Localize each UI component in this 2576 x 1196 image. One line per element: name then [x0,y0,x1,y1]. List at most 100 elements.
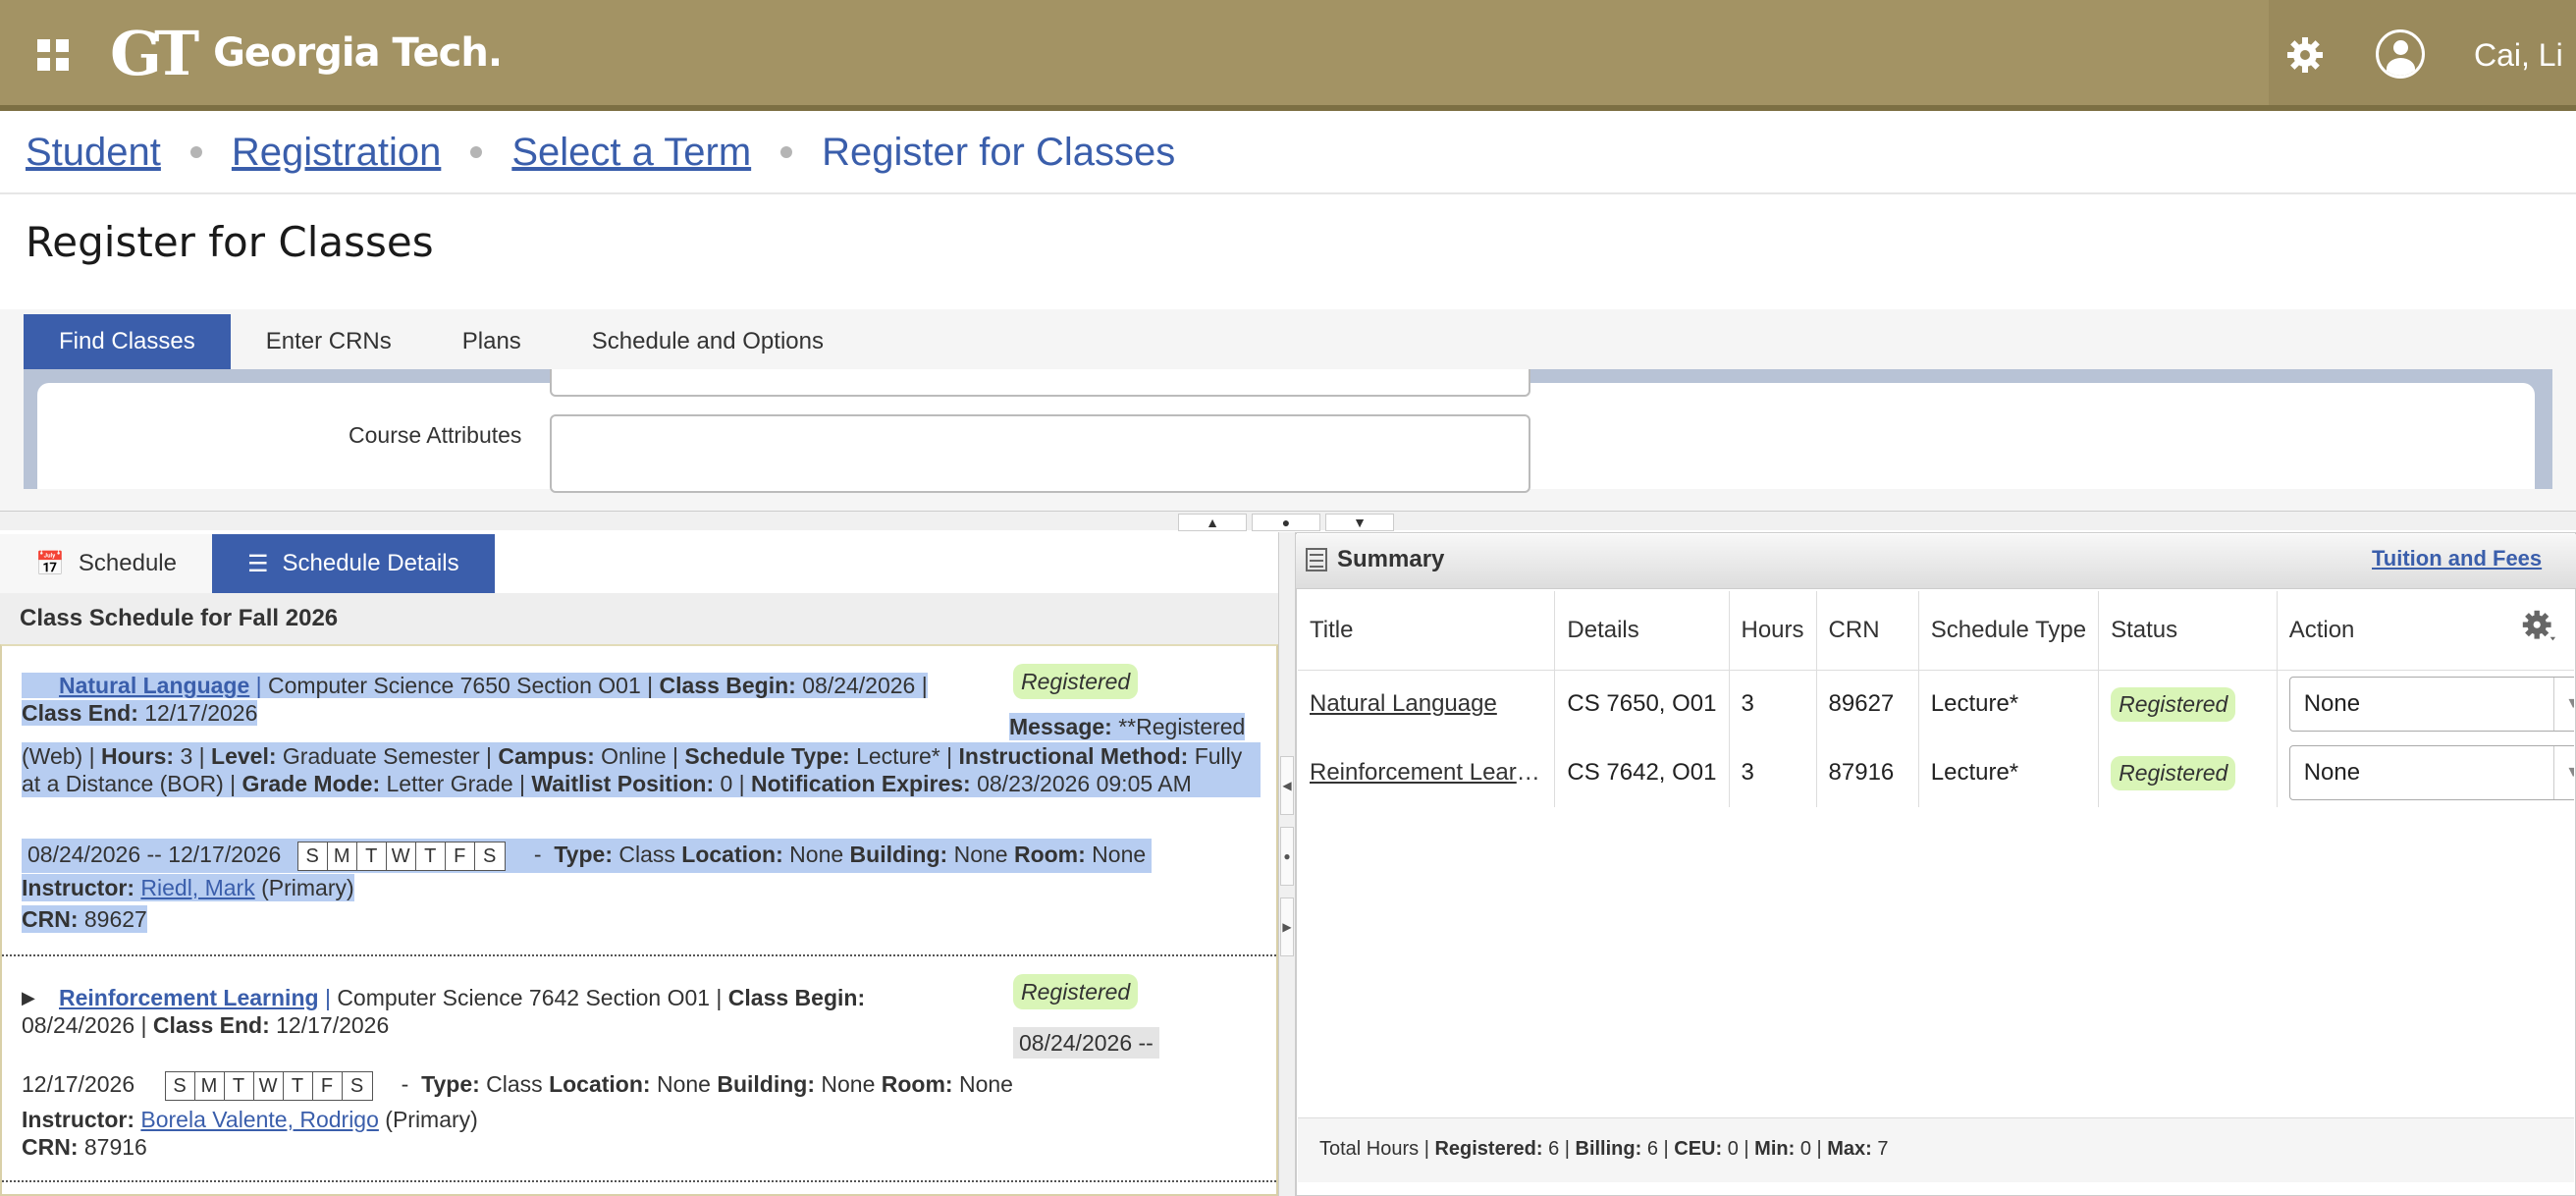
table-row: Natural Language CS 7650, O01 3 89627 Le… [1298,670,2574,738]
chevron-down-icon[interactable]: ▼ [2552,746,2574,799]
min-hours: 0 [1799,1138,1811,1160]
instructor-link[interactable]: Riedl, Mark [140,875,254,900]
settings-gear-icon[interactable] [2521,609,2556,644]
breadcrumb-select-term[interactable]: Select a Term [511,131,751,175]
date-range: 08/24/2026 -- 12/17/2026 [27,842,282,867]
course-item: ▶ Reinforcement Learning | Computer Scie… [2,956,1276,1182]
row-crn: 87916 [1816,738,1919,807]
tab-schedule-details[interactable]: ☰ Schedule Details [211,534,495,593]
breadcrumb-separator [470,146,483,158]
tab-schedule-label: Schedule [78,550,177,576]
page-title: Register for Classes [26,218,434,266]
row-action-cell: None ▼ [2277,738,2574,807]
collapse-right-button[interactable]: ▶ [1280,897,1294,956]
schedule-tabs: 📅 Schedule ☰ Schedule Details [0,534,495,593]
row-schedule-type: Lecture* [1918,738,2100,807]
breadcrumb-separator [780,146,793,158]
table-row: Reinforcement Learning CS 7642, O01 3 87… [1298,738,2574,807]
row-status-cell: Registered [2098,738,2278,807]
collapse-down-button[interactable]: ▼ [1325,514,1394,531]
course-title-link[interactable]: Natural Language [59,673,249,698]
status-badge: Registered [1013,974,1139,1009]
row-title-link[interactable]: Reinforcement Learning [1298,738,1556,807]
tab-schedule-details-label: Schedule Details [282,550,459,576]
breadcrumb-separator [189,146,202,158]
row-action-cell: None ▼ [2277,670,2574,738]
course-attributes-input[interactable] [550,414,1530,493]
action-select[interactable]: None ▼ [2288,677,2574,733]
column-header-title[interactable]: Title [1298,591,1556,671]
meeting-days: SMTWTFS [164,1070,373,1101]
row-title-link[interactable]: Natural Language [1298,670,1556,738]
totals-bar: Total Hours | Registered: 6 | Billing: 6… [1298,1117,2574,1182]
logo-text: Georgia Tech. [213,30,503,76]
schedule-title: Class Schedule for Fall 2026 [20,605,339,631]
course-attributes-label: Course Attributes [349,422,522,448]
column-header-crn[interactable]: CRN [1816,591,1919,671]
tab-enter-crns[interactable]: Enter CRNs [231,314,427,369]
row-schedule-type: Lecture* [1918,670,2100,738]
tab-plans[interactable]: Plans [427,314,557,369]
registration-tabs: Find Classes Enter CRNs Plans Schedule a… [24,314,859,369]
ceu-hours: 0 [1727,1138,1739,1160]
georgia-tech-logo[interactable]: GT Georgia Tech. [110,17,503,89]
course-item: ▼ Natural Language | Computer Science 76… [2,646,1276,956]
status-badge: Registered [1013,664,1139,699]
column-header-details[interactable]: Details [1554,591,1730,671]
max-hours: 7 [1877,1138,1889,1160]
user-avatar-icon[interactable] [2376,29,2425,79]
calendar-icon: 📅 [35,550,65,577]
tuition-fees-link[interactable]: Tuition and Fees [2372,546,2542,571]
summary-table-icon [1306,548,1327,571]
action-select[interactable]: None ▼ [2288,745,2574,800]
previous-search-input[interactable] [550,369,1530,397]
course-title-link[interactable]: Reinforcement Learning [59,985,319,1010]
collapse-up-button[interactable]: ▲ [1178,514,1247,531]
row-details: CS 7650, O01 [1554,670,1730,738]
restore-button[interactable]: ● [1252,514,1320,531]
crn-value: 89627 [83,906,147,932]
course-details: (Web) | Hours: 3 | Level: Graduate Semes… [22,742,1261,797]
row-details: CS 7642, O01 [1554,738,1730,807]
row-hours: 3 [1729,670,1817,738]
registered-hours: 6 [1548,1138,1560,1160]
meeting-days: SMTWTFS [296,841,506,871]
breadcrumb-student[interactable]: Student [26,131,161,175]
column-header-hours[interactable]: Hours [1729,591,1817,671]
chevron-down-icon[interactable]: ▼ [2552,678,2574,732]
status-badge: Registered [2111,686,2236,722]
message-label: Message: [1009,714,1112,739]
billing-hours: 6 [1646,1138,1658,1160]
column-header-status[interactable]: Status [2098,591,2278,671]
instructor-link[interactable]: Borela Valente, Rodrigo [140,1107,379,1132]
restore-split-button[interactable]: ● [1280,827,1294,886]
breadcrumb-current: Register for Classes [822,130,1176,174]
tab-find-classes[interactable]: Find Classes [24,314,231,369]
apps-grid-icon[interactable] [37,39,69,71]
meeting-times: 12/17/2026 SMTWTFS - Type: Class Locatio… [22,1070,1013,1101]
row-hours: 3 [1729,738,1817,807]
crn-value: 87916 [83,1134,147,1160]
tab-schedule[interactable]: 📅 Schedule [0,534,212,593]
summary-title: Summary [1337,546,1445,572]
breadcrumb: Student Registration Select a Term Regis… [26,128,1175,177]
user-name[interactable]: Cai, Li [2474,37,2563,74]
list-icon: ☰ [246,550,269,577]
table-header-row: Title Details Hours CRN Schedule Type St… [1298,591,2574,671]
breadcrumb-registration[interactable]: Registration [232,131,441,175]
status-badge: Registered [2111,755,2236,790]
divider [0,192,2576,194]
column-header-schedule-type[interactable]: Schedule Type [1918,591,2100,671]
collapse-left-button[interactable]: ◀ [1280,756,1294,815]
tab-schedule-options[interactable]: Schedule and Options [557,314,859,369]
date-range-start: 08/24/2026 -- [1013,1027,1159,1059]
meeting-times: 08/24/2026 -- 12/17/2026 SMTWTFS - Type:… [22,839,1153,873]
action-select-value: None [2303,690,2361,718]
course-list: ▼ Natural Language | Computer Science 76… [0,644,1278,1196]
action-select-value: None [2303,759,2361,786]
row-status-cell: Registered [2098,670,2278,738]
message-value: **Registered [1118,714,1246,739]
summary-table: Title Details Hours CRN Schedule Type St… [1298,591,2574,807]
gt-logo-mark: GT [110,17,199,89]
gear-icon[interactable] [2285,35,2325,75]
